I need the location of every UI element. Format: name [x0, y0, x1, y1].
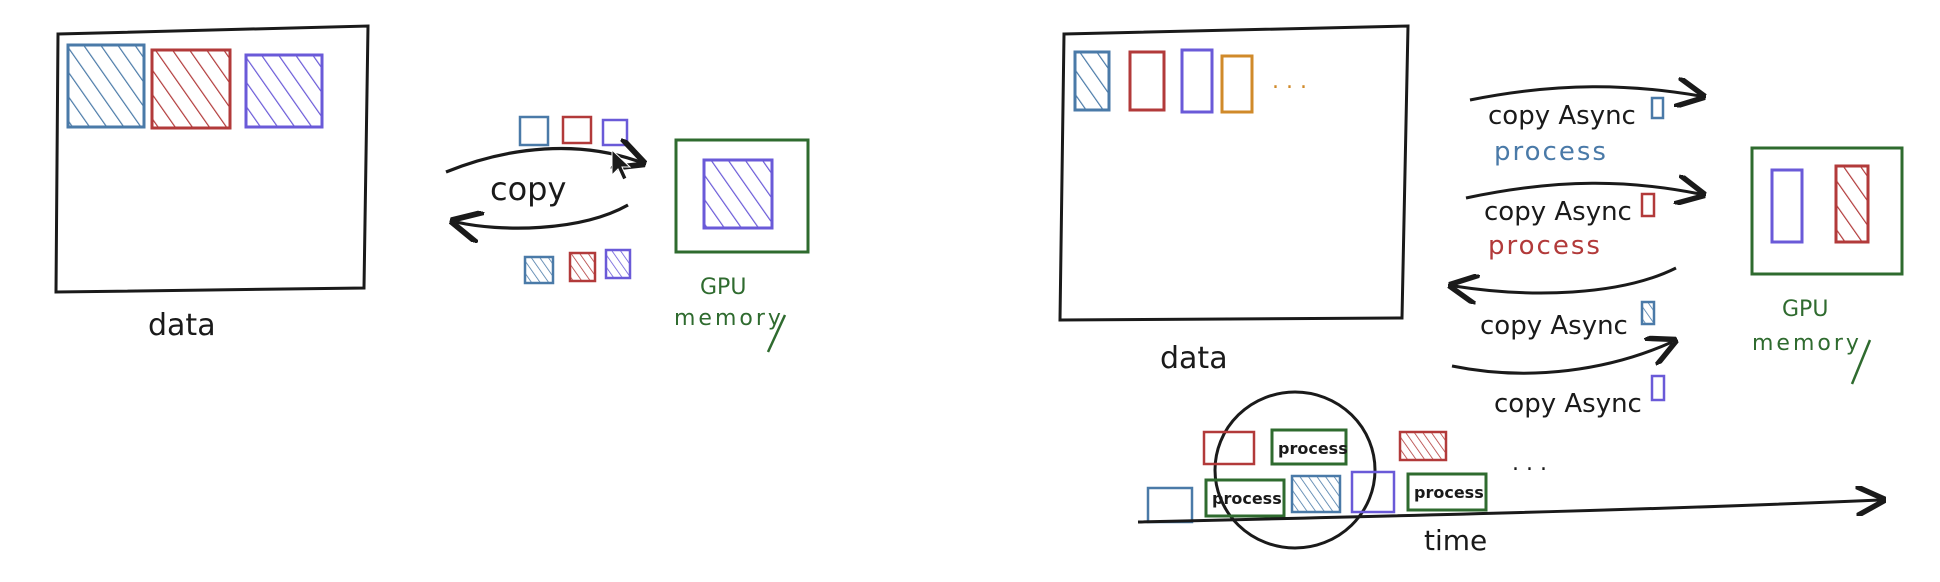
right-chunk-blue: [1073, 50, 1111, 112]
copy-arrow-from-gpu: [456, 203, 629, 228]
right-gpu-chunk-purple: [1770, 168, 1804, 244]
data-chunk-red: [150, 48, 232, 130]
diagram-canvas: data copy GPU memory . . . data copy Asy…: [54, 24, 1904, 557]
overlap-highlight-circle: [1213, 390, 1377, 550]
right-gpu-chunk-red: [1834, 164, 1870, 244]
small-hatched-blue: [523, 255, 555, 285]
copy-async-4-label: copy Async: [1494, 389, 1642, 419]
timeline-ellipsis: . . .: [1512, 451, 1547, 476]
copy-async-3-chunk: [1640, 300, 1656, 326]
left-gpu-label-line1: GPU: [700, 275, 746, 300]
small-chunk-blue: [518, 115, 550, 147]
right-panel: . . . data copy Async process copy Async…: [1058, 24, 1904, 419]
small-hatched-chunks: [523, 248, 632, 285]
right-chunk-red: [1128, 50, 1166, 112]
copy-async-2-chunk: [1640, 192, 1656, 218]
copy-arrow-to-gpu: [445, 149, 640, 174]
small-hatched-purple: [604, 248, 632, 280]
data-chunk-blue: [66, 43, 146, 129]
timeline-top-red-hatched: [1398, 430, 1448, 462]
timeline-process-b: process: [1212, 489, 1282, 508]
small-hatched-red: [568, 251, 597, 283]
left-panel: data copy GPU memory: [54, 24, 810, 353]
process-2-label: process: [1488, 231, 1602, 261]
copy-async-1-label: copy Async: [1488, 101, 1636, 131]
async-arrow-4: [1451, 342, 1672, 375]
right-gpu-label-line2: memory: [1752, 331, 1862, 356]
left-data-chunks: [66, 43, 324, 130]
process-1-label: process: [1494, 137, 1608, 167]
right-gpu-memory-box: [1750, 146, 1904, 276]
data-chunk-purple: [244, 53, 324, 129]
copy-label: copy: [490, 170, 566, 208]
timeline-process-c: process: [1414, 483, 1484, 502]
async-arrow-1: [1469, 87, 1700, 100]
right-gpu-label-line1: GPU: [1782, 297, 1828, 322]
right-chunk-purple: [1180, 48, 1214, 114]
gpu-chunk-purple: [702, 158, 774, 230]
left-data-label: data: [148, 308, 216, 343]
timeline-top-red-empty: [1202, 430, 1256, 466]
small-chunk-red: [561, 115, 593, 145]
copy-async-3-label: copy Async: [1480, 311, 1628, 341]
right-chunk-orange: [1220, 54, 1254, 114]
copy-async-2-label: copy Async: [1484, 197, 1632, 227]
async-arrow-2: [1465, 183, 1700, 198]
small-empty-chunks: [518, 115, 629, 147]
right-data-box: [1058, 24, 1410, 322]
right-data-label: data: [1160, 341, 1228, 376]
small-chunk-purple: [601, 118, 629, 147]
timeline-process-a: process: [1278, 439, 1348, 458]
left-gpu-label-line2: memory: [674, 306, 784, 331]
async-arrow-3: [1454, 266, 1677, 293]
timeline-bottom-blue-hatched: [1290, 474, 1342, 514]
copy-async-4-chunk: [1650, 374, 1666, 402]
timeline-bottom-blue-empty: [1146, 486, 1194, 524]
right-chunk-ellipsis: . . .: [1272, 69, 1307, 94]
time-label: time: [1424, 524, 1487, 557]
copy-async-1-chunk: [1650, 96, 1665, 120]
right-data-chunks: . . .: [1073, 48, 1307, 114]
